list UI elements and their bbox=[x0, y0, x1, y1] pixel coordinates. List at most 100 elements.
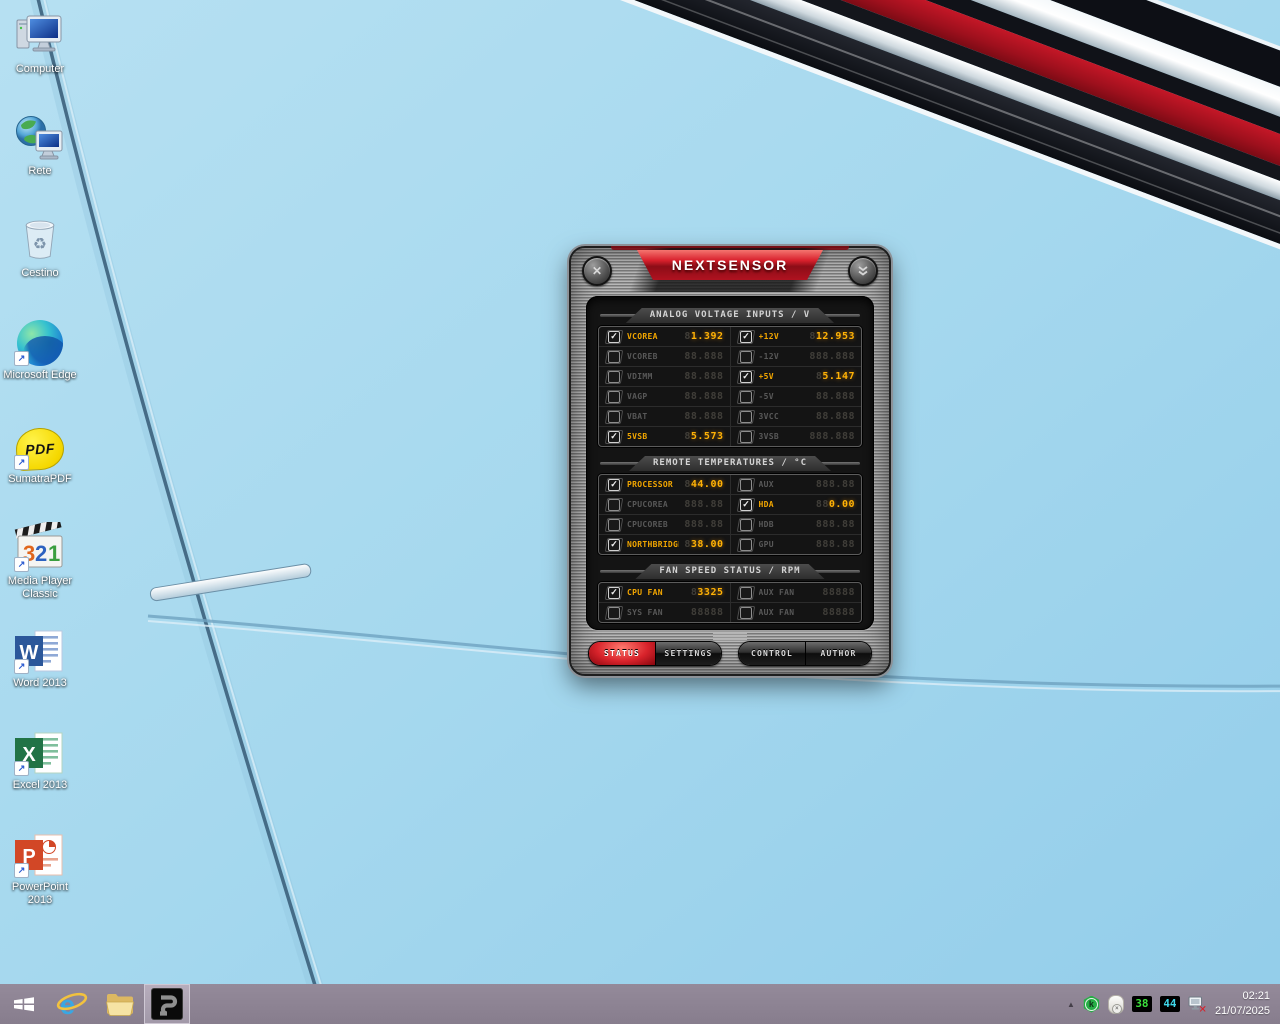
sensor-row: CPUCOREB888.88HDB888.88 bbox=[599, 514, 861, 534]
control-button[interactable]: CONTROL bbox=[739, 642, 805, 665]
desktop-icon-sumatrapdf[interactable]: PDF ↗ SumatraPDF bbox=[2, 418, 78, 486]
sensor-value-display: 888.88 bbox=[684, 520, 723, 530]
sensor-checkbox[interactable]: ✓ bbox=[736, 370, 754, 384]
sensor-value-display: 888.88 bbox=[684, 500, 723, 510]
sensor-checkbox[interactable] bbox=[605, 390, 623, 404]
sensor-cell-hda: ✓HDA888.880.00 bbox=[730, 495, 862, 514]
sensor-label: VBAT bbox=[627, 412, 679, 421]
desktop-icon-edge[interactable]: ↗ Microsoft Edge bbox=[2, 314, 78, 382]
clock-time: 02:21 bbox=[1215, 989, 1270, 1004]
desktop-icon-excel[interactable]: X ↗ Excel 2013 bbox=[2, 724, 78, 792]
sensor-row: ✓NORTHBRIDGE888.8838.00GPU888.88 bbox=[599, 534, 861, 554]
sensor-checkbox[interactable] bbox=[605, 370, 623, 384]
start-button[interactable] bbox=[0, 984, 48, 1024]
sensor-label: AUX FAN bbox=[759, 608, 818, 617]
sensor-label: -12V bbox=[759, 352, 805, 361]
network-disconnected-icon[interactable]: ✕ bbox=[1188, 996, 1207, 1013]
sensor-checkbox[interactable] bbox=[736, 390, 754, 404]
sensor-checkbox[interactable] bbox=[736, 606, 754, 620]
file-explorer-icon bbox=[105, 991, 135, 1017]
sensor-checkbox[interactable] bbox=[605, 606, 623, 620]
sensor-cell-aux: AUX 888.88 bbox=[730, 475, 862, 494]
sensor-value-display: 88888 bbox=[822, 608, 855, 618]
white-utility-tray-icon[interactable]: × bbox=[1108, 995, 1124, 1014]
window-header[interactable]: ✕ NEXTSENSOR bbox=[571, 248, 889, 292]
resize-grip[interactable] bbox=[713, 633, 747, 641]
status-button[interactable]: STATUS bbox=[589, 642, 655, 665]
sensor-label: AUX bbox=[759, 480, 811, 489]
desktop-icon-label: Media Player Classic bbox=[2, 575, 78, 601]
settings-button[interactable]: SETTINGS bbox=[655, 642, 721, 665]
file-explorer-button[interactable] bbox=[96, 984, 144, 1024]
sensor-checkbox[interactable] bbox=[736, 410, 754, 424]
sensor-checkbox[interactable] bbox=[605, 410, 623, 424]
taskbar-app-nextsensor[interactable] bbox=[144, 984, 190, 1024]
desktop-icon-computer[interactable]: Computer bbox=[2, 8, 78, 76]
sensor-checkbox[interactable] bbox=[605, 518, 623, 532]
sensor-label: CPU FAN bbox=[627, 588, 686, 597]
desktop-icon-mpc[interactable]: 3 2 1 ↗ Media Player Classic bbox=[2, 520, 78, 601]
sensor-checkbox[interactable]: ✓ bbox=[605, 330, 623, 344]
sensor-checkbox[interactable]: ✓ bbox=[605, 538, 623, 552]
sensor-checkbox[interactable] bbox=[736, 538, 754, 552]
sensor-cell-hdb: HDB888.88 bbox=[730, 515, 862, 534]
sensor-cell--12v: ✓+12V888.88812.953 bbox=[730, 327, 862, 346]
sensor-cell--5v: -5V88.888 bbox=[730, 387, 862, 406]
sensor-checkbox[interactable] bbox=[736, 430, 754, 444]
sensor-checkbox[interactable]: ✓ bbox=[605, 430, 623, 444]
section-title: ANALOG VOLTAGE INPUTS / V bbox=[626, 308, 834, 323]
shortcut-arrow-icon: ↗ bbox=[14, 557, 29, 572]
hidden-icons-chevron-icon[interactable]: ▲ bbox=[1067, 1000, 1075, 1009]
sensor-checkbox[interactable] bbox=[736, 350, 754, 364]
sensor-value-display: 888.88 bbox=[816, 480, 855, 490]
sensor-checkbox[interactable] bbox=[605, 498, 623, 512]
svg-text:♻: ♻ bbox=[33, 234, 47, 253]
sensor-cell-vcoreb: VCOREB88.888 bbox=[599, 347, 730, 366]
sensor-label: 3VSB bbox=[759, 432, 805, 441]
sensor-label: NORTHBRIDGE bbox=[627, 540, 679, 549]
sensor-value-display: 888.8838.00 bbox=[684, 540, 723, 550]
taskbar-clock[interactable]: 02:21 21/07/2025 bbox=[1215, 989, 1270, 1019]
sensor-value-display: 88.888 bbox=[684, 392, 723, 402]
author-button[interactable]: AUTHOR bbox=[805, 642, 871, 665]
section-voltages: ANALOG VOLTAGE INPUTS / V ✓VCOREA88.8881… bbox=[598, 308, 862, 447]
sensor-checkbox[interactable] bbox=[736, 586, 754, 600]
temp-badge-green[interactable]: 38 bbox=[1132, 996, 1152, 1012]
sensor-checkbox[interactable]: ✓ bbox=[605, 586, 623, 600]
sensor-checkbox[interactable] bbox=[736, 518, 754, 532]
recycle-bin-icon: ♻ bbox=[17, 214, 63, 264]
sensor-cell--5v: ✓+5V88.8885.147 bbox=[730, 367, 862, 386]
sensor-row: ✓VCOREA88.8881.392✓+12V888.88812.953 bbox=[599, 327, 861, 346]
window-title-plate: NEXTSENSOR bbox=[637, 250, 823, 280]
section-temperatures: REMOTE TEMPERATURES / °C ✓PROCESSOR888.8… bbox=[598, 456, 862, 555]
collapse-icon[interactable] bbox=[848, 256, 878, 286]
desktop-icon-powerpoint[interactable]: P ↗ PowerPoint 2013 bbox=[2, 826, 78, 907]
sensor-value-display: 88.8885.573 bbox=[684, 432, 723, 442]
sensor-label: VAGP bbox=[627, 392, 679, 401]
close-icon[interactable]: ✕ bbox=[582, 256, 612, 286]
sensor-checkbox[interactable] bbox=[736, 478, 754, 492]
section-title: REMOTE TEMPERATURES / °C bbox=[629, 456, 831, 471]
sensor-row: ✓CPU FAN888883325AUX FAN88888 bbox=[599, 583, 861, 602]
sensor-checkbox[interactable]: ✓ bbox=[605, 478, 623, 492]
temp-badge-cyan[interactable]: 44 bbox=[1160, 996, 1180, 1012]
sensor-label: AUX FAN bbox=[759, 588, 818, 597]
sensor-cell-vcorea: ✓VCOREA88.8881.392 bbox=[599, 327, 730, 346]
sensor-value-display: 888.880.00 bbox=[816, 500, 855, 510]
internet-explorer-button[interactable]: e bbox=[48, 984, 96, 1024]
desktop-icon-rete[interactable]: Rete bbox=[2, 110, 78, 178]
desktop-icon-word[interactable]: W ↗ Word 2013 bbox=[2, 622, 78, 690]
sensor-row: VCOREB88.888-12V888.888 bbox=[599, 346, 861, 366]
network-globe-icon bbox=[15, 114, 65, 162]
sensor-checkbox[interactable]: ✓ bbox=[736, 498, 754, 512]
sensor-checkbox[interactable] bbox=[605, 350, 623, 364]
klite-tray-icon[interactable]: k bbox=[1083, 996, 1100, 1013]
desktop-icon-cestino[interactable]: ♻ Cestino bbox=[2, 212, 78, 280]
sensor-checkbox[interactable]: ✓ bbox=[736, 330, 754, 344]
sensor-cell-aux-fan: AUX FAN 88888 bbox=[730, 603, 862, 622]
system-tray: ▲ k × 38 44 ✕ 02:21 21/07/2025 bbox=[1067, 989, 1280, 1019]
sensor-label: +12V bbox=[759, 332, 805, 341]
sensor-value-display: 88.8885.147 bbox=[816, 372, 855, 382]
sensor-value-display: 88888 bbox=[822, 588, 855, 598]
sensor-panel: ANALOG VOLTAGE INPUTS / V ✓VCOREA88.8881… bbox=[586, 296, 874, 630]
